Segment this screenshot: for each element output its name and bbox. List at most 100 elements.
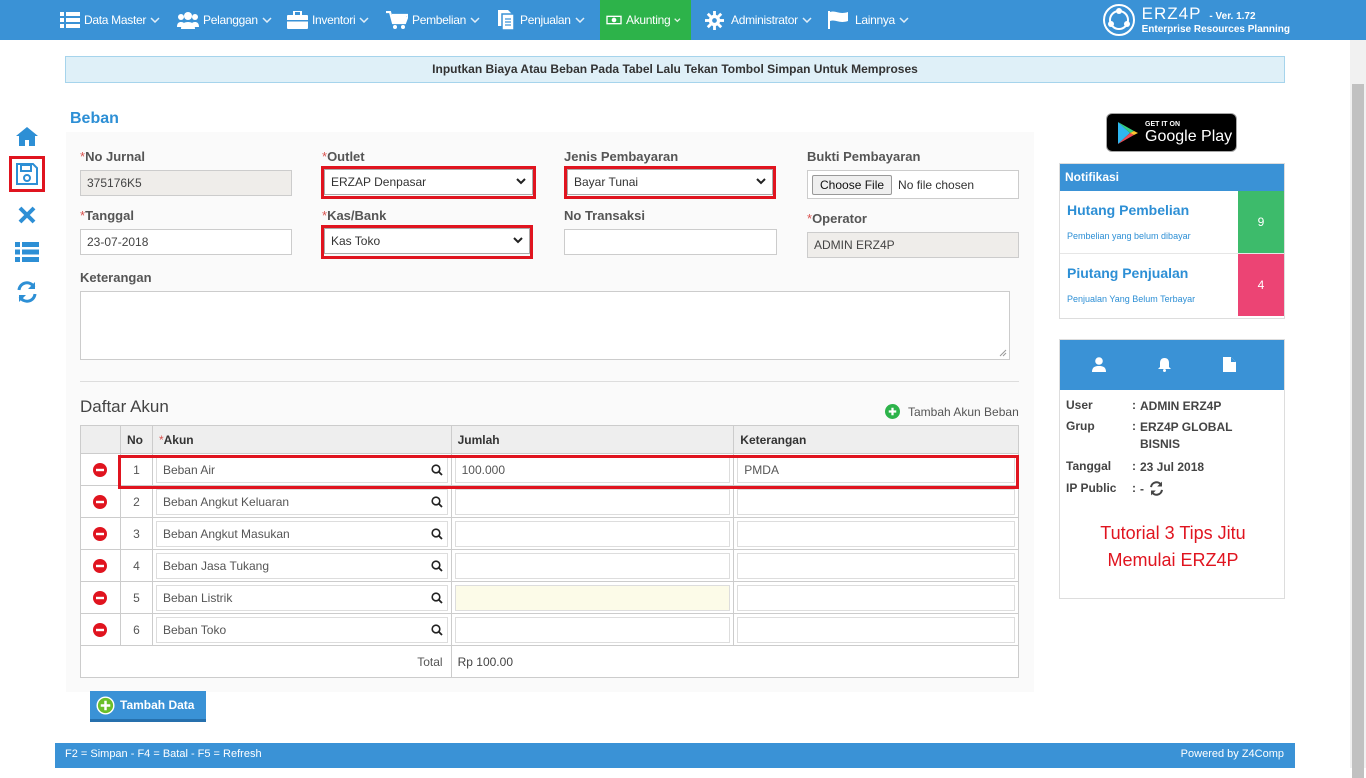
akun-input[interactable]: Beban Jasa Tukang [155,552,448,579]
jenis-pembayaran-select[interactable]: Bayar Tunai [567,169,773,195]
search-icon[interactable] [431,591,443,604]
total-value: Rp 100.00 [450,645,1020,678]
chevron-down-icon [674,18,681,23]
footer-bar: F2 = Simpan - F4 = Batal - F5 = Refresh … [55,743,1295,768]
notif-title: Piutang Penjualan [1067,265,1189,281]
home-icon [16,127,38,146]
tambah-data-button[interactable]: Tambah Data [90,691,206,722]
remove-row-button[interactable] [84,622,117,637]
akun-input[interactable]: Beban Listrik [155,584,448,611]
notifikasi-title: Notifikasi [1060,164,1284,191]
nav-penjualan[interactable]: Penjualan [496,0,589,40]
bell-icon[interactable] [1157,357,1172,372]
jumlah-input[interactable] [454,520,731,547]
jumlah-input[interactable] [454,488,731,515]
no-transaksi-label: No Transaksi [564,208,645,223]
keterangan-input[interactable] [737,616,1015,643]
remove-row-button[interactable] [84,558,117,573]
google-play-icon [1118,121,1138,144]
nav-pembelian[interactable]: Pembelian [386,0,484,40]
plus-circle-icon [885,404,900,419]
user-icon[interactable] [1092,357,1106,372]
refresh-icon[interactable] [1149,481,1164,496]
header-no: No [119,425,153,454]
minus-circle-icon [93,462,108,477]
tambah-akun-beban-link[interactable]: Tambah Akun Beban [885,404,1019,419]
brand-logo[interactable]: ERZ4P - Ver. 1.72 Enterprise Resources Pl… [1102,3,1290,37]
grup-value: ERZ4P GLOBAL BISNIS [1140,420,1233,451]
kas-bank-select[interactable]: Kas Toko [324,228,530,254]
brand-version: - Ver. 1.72 [1209,11,1256,22]
search-icon[interactable] [431,559,443,572]
search-icon[interactable] [431,623,443,636]
keterangan-textarea[interactable] [80,291,1010,360]
google-play-small: GET IT ON [1145,120,1180,128]
header-jumlah: Jumlah [450,425,735,454]
no-transaksi-field[interactable] [564,229,777,255]
chevron-down-icon [359,17,369,23]
keterangan-input[interactable] [737,584,1015,611]
refresh-button[interactable] [12,277,42,307]
bukti-pembayaran-file-input[interactable]: Choose File No file chosen [807,170,1019,199]
file-status-text: No file chosen [898,177,975,192]
nav-pelanggan[interactable]: Pelanggan [177,0,276,40]
jumlah-input[interactable] [454,616,731,643]
nav-label: Akunting [626,13,671,27]
no-jurnal-label: *No Jurnal [80,149,146,164]
minus-circle-icon [93,558,108,573]
outlet-select[interactable]: ERZAP Denpasar [324,169,533,195]
file-icon[interactable] [1223,357,1236,372]
ip-value: - [1140,482,1144,496]
nav-data-master[interactable]: Data Master [60,0,164,40]
notif-item-hutang[interactable]: Hutang Pembelian Pembelian yang belum di… [1060,191,1284,254]
nav-administrator[interactable]: Administrator [705,0,816,40]
nav-akunting[interactable]: Akunting [600,0,691,40]
row-no: 2 [119,485,153,518]
save-button[interactable] [9,156,45,192]
powered-by: Powered by Z4Comp [1180,748,1284,760]
row-no: 6 [119,613,153,646]
choose-file-button[interactable]: Choose File [812,174,893,195]
list-icon [15,242,39,262]
keterangan-input[interactable] [737,488,1015,515]
akun-input[interactable]: Beban Angkut Keluaran [155,488,448,515]
table-row: 3 Beban Angkut Masukan [80,517,1019,550]
tanggal-label: *Tanggal [80,208,134,223]
jumlah-input[interactable] [454,552,731,579]
kas-bank-label: *Kas/Bank [322,208,387,223]
scrollbar-thumb[interactable] [1352,84,1364,778]
remove-row-button[interactable] [84,462,117,477]
tanggal-field[interactable]: 23-07-2018 [80,229,292,255]
ip-row: IP Public: - [1066,481,1164,496]
table-row: 5 Beban Listrik [80,581,1019,614]
jumlah-input[interactable] [454,584,731,611]
akun-input[interactable]: Beban Toko [155,616,448,643]
nav-inventori[interactable]: Inventori [287,0,373,40]
list-button[interactable] [12,237,42,267]
notif-item-piutang[interactable]: Piutang Penjualan Penjualan Yang Belum T… [1060,254,1284,317]
header-action [80,425,121,454]
search-icon[interactable] [431,495,443,508]
list-icon [60,12,80,28]
remove-row-button[interactable] [84,494,117,509]
notif-subtitle: Pembelian yang belum dibayar [1067,231,1191,241]
keterangan-input[interactable] [737,520,1015,547]
akun-input[interactable]: Beban Angkut Masukan [155,520,448,547]
google-play-badge[interactable]: GET IT ON Google Play [1106,113,1237,152]
jenis-pembayaran-value: Bayar Tunai [574,175,639,189]
page-scrollbar[interactable] [1350,40,1366,778]
header-akun: *Akun [151,425,452,454]
remove-row-button[interactable] [84,590,117,605]
cancel-button[interactable] [12,200,42,230]
home-button[interactable] [12,121,42,151]
search-icon[interactable] [431,527,443,540]
tutorial-link[interactable]: Tutorial 3 Tips Jitu Memulai ERZ4P [1080,520,1266,574]
resize-handle-icon[interactable] [999,349,1007,357]
row-no: 4 [119,549,153,582]
nav-lainnya[interactable]: Lainnya [828,0,913,40]
remove-row-button[interactable] [84,526,117,541]
keterangan-input[interactable] [737,552,1015,579]
google-play-big: Google Play [1145,127,1233,145]
section-divider [80,381,1019,382]
header-keterangan: Keterangan [733,425,1019,454]
